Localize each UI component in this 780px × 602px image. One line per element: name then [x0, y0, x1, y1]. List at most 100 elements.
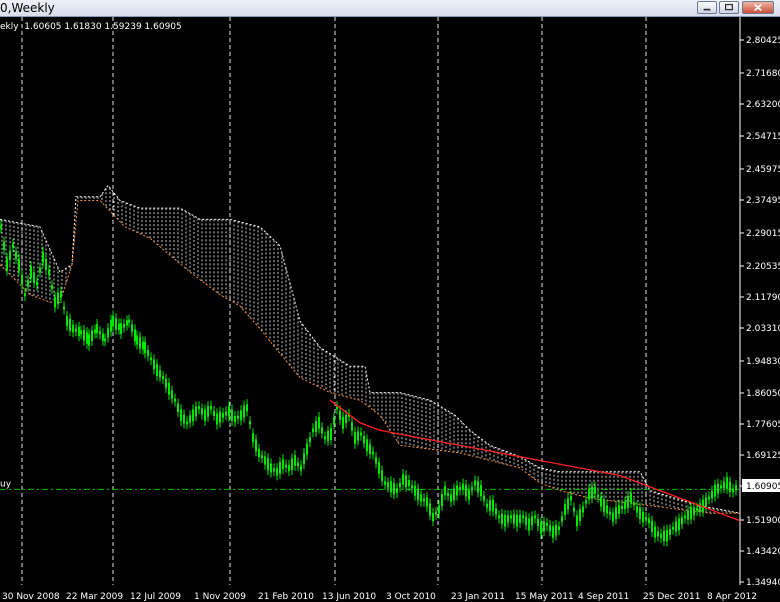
candle-body	[312, 428, 314, 433]
candle-body	[225, 411, 227, 416]
candle-body	[456, 485, 458, 496]
candle-body	[80, 330, 82, 335]
candle-body	[279, 462, 281, 474]
restore-icon	[724, 3, 734, 11]
candle-body	[83, 329, 85, 341]
candle-body	[107, 328, 109, 338]
candle-body	[666, 530, 668, 542]
candle-body	[444, 486, 446, 496]
candle-body	[567, 498, 569, 510]
candle-body	[189, 415, 191, 423]
y-tick-label: 1.69125	[746, 451, 780, 461]
candle-body	[57, 292, 59, 305]
candle-body	[104, 338, 106, 342]
candle-body	[91, 330, 93, 341]
candle-body	[732, 488, 734, 493]
candle-body	[297, 462, 299, 467]
candle-body	[504, 514, 506, 527]
candle-body	[519, 514, 521, 523]
candle-body	[39, 267, 41, 273]
minimize-button[interactable]	[697, 1, 717, 14]
candle-body	[492, 499, 494, 512]
candle-body	[324, 436, 326, 440]
candle-body	[729, 481, 731, 493]
candle-body	[309, 437, 311, 443]
candle-body	[246, 404, 248, 412]
candle-body	[576, 515, 578, 527]
candle-body	[99, 331, 101, 335]
candle-body	[471, 486, 473, 491]
candle-body	[258, 448, 260, 458]
candle-body	[441, 494, 443, 507]
candle-body	[45, 259, 47, 271]
price-info-line: ekly 1.60605 1.61830 1.59239 1.60905	[0, 22, 182, 32]
x-tick-label: 13 Jun 2010	[322, 592, 376, 602]
y-tick-label: 2.80425	[746, 36, 780, 46]
y-tick-label: 2.03310	[746, 324, 780, 334]
candle-body	[513, 514, 515, 524]
candle-body	[318, 417, 320, 429]
candle-body	[708, 496, 710, 500]
candle-body	[402, 473, 404, 485]
candle-body	[645, 517, 647, 521]
y-tick-label: 1.34940	[746, 578, 780, 588]
candle-body	[27, 280, 29, 287]
x-tick-label: 23 Jan 2011	[451, 592, 505, 602]
candle-body	[255, 439, 257, 452]
candle-body	[306, 443, 308, 455]
candle-body	[120, 323, 122, 334]
candle-body	[94, 329, 96, 334]
candle-body	[591, 486, 593, 499]
candle-body	[21, 274, 23, 285]
candle-body	[459, 487, 461, 491]
y-tick-label: 2.20535	[746, 262, 780, 272]
candle-body	[75, 328, 77, 332]
ichimoku-chart[interactable]: uy 2.80425 2.71680 2.63200 2.54715 2.45975 2.3…	[0, 17, 780, 602]
candle-body	[627, 495, 629, 508]
candle-body	[588, 489, 590, 500]
candle-body	[636, 506, 638, 513]
candle-body	[252, 433, 254, 443]
candle-body	[612, 512, 614, 522]
candle-body	[213, 410, 215, 416]
candle-body	[216, 413, 218, 425]
candle-body	[714, 484, 716, 497]
candle-body	[465, 484, 467, 497]
candle-body	[723, 481, 725, 489]
x-tick-label: 25 Dec 2011	[643, 592, 701, 602]
candle-body	[696, 507, 698, 511]
candle-body	[192, 409, 194, 422]
candle-body	[534, 515, 536, 519]
x-tick-label: 12 Jul 2009	[130, 592, 181, 602]
candle-body	[186, 421, 188, 425]
candle-body	[12, 244, 14, 248]
candle-body	[693, 507, 695, 516]
candle-body	[450, 494, 452, 502]
candle-body	[621, 506, 623, 510]
candle-body	[540, 522, 542, 535]
candle-body	[384, 481, 386, 485]
candle-body	[681, 517, 683, 525]
candle-body	[219, 411, 221, 423]
candle-body	[705, 497, 707, 507]
candle-body	[435, 511, 437, 515]
candle-body	[110, 319, 112, 332]
close-button[interactable]	[742, 1, 774, 14]
candle-body	[423, 498, 425, 502]
candle-body	[165, 378, 167, 388]
candle-body	[264, 456, 266, 465]
candle-body	[96, 324, 98, 334]
candle-body	[342, 416, 344, 429]
candle-body	[372, 451, 374, 455]
candle-body	[498, 515, 500, 519]
candle-body	[285, 464, 287, 468]
candle-body	[525, 516, 527, 525]
candle-body	[699, 503, 701, 512]
current-price-label: 1.60905	[746, 482, 780, 492]
candle-body	[438, 505, 440, 514]
candle-body	[243, 405, 245, 418]
candle-body	[123, 323, 125, 328]
chart-area[interactable]: uy 2.80425 2.71680 2.63200 2.54715 2.45975 2.3…	[0, 17, 780, 602]
candle-body	[597, 494, 599, 498]
maximize-button[interactable]	[719, 1, 739, 14]
